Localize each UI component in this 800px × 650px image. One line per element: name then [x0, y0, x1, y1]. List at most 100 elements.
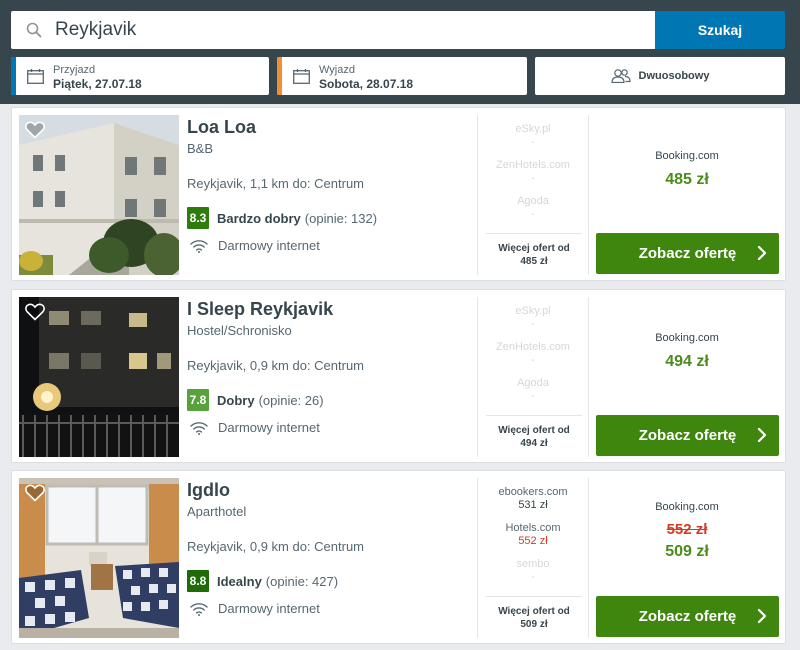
amenity-text: Darmowy internet — [218, 238, 320, 253]
view-deal-label: Zobacz ofertę — [638, 608, 737, 625]
offer-price: 531 zł — [518, 499, 548, 511]
checkin-field[interactable]: Przyjazd Piątek, 27.07.18 — [11, 57, 269, 95]
hotel-photo[interactable] — [19, 478, 179, 638]
offer-provider: ZenHotels.com — [496, 341, 570, 353]
search-icon — [26, 22, 42, 38]
offer-provider: Agoda — [517, 195, 549, 207]
search-query: Reykjavik — [55, 19, 137, 40]
offer-provider: eSky.pl — [515, 123, 551, 135]
checkout-field[interactable]: Wyjazd Sobota, 28.07.18 — [277, 57, 527, 95]
room-type-field[interactable]: Dwuosobowy — [535, 57, 785, 95]
more-offers-price: 509 zł — [520, 619, 548, 630]
price: 509 zł — [665, 543, 709, 560]
search-button[interactable]: Szukaj — [655, 11, 785, 49]
offer-item[interactable]: sembo - — [478, 558, 588, 583]
amenity-text: Darmowy internet — [218, 420, 320, 435]
checkout-value: Sobota, 28.07.18 — [319, 77, 414, 91]
offer-provider: ZenHotels.com — [496, 159, 570, 171]
checkin-value: Piątek, 27.07.18 — [53, 77, 142, 91]
offer-price: - — [531, 571, 535, 583]
more-offers-label: Więcej ofert od — [498, 606, 570, 617]
offer-provider: eSky.pl — [515, 305, 551, 317]
search-header: Reykjavik Szukaj Przyjazd Piątek, 27.07.… — [0, 0, 800, 104]
chevron-right-icon — [757, 608, 767, 624]
hotel-card[interactable]: Loa Loa B&B Reykjavik, 1,1 km do: Centru… — [11, 107, 786, 281]
price: 485 zł — [665, 171, 709, 188]
hotel-photo[interactable] — [19, 115, 179, 275]
more-offers-label: Więcej ofert od — [498, 425, 570, 436]
offer-item[interactable]: ebookers.com 531 zł — [478, 486, 588, 511]
hotel-location: Reykjavik, 0,9 km do: Centrum — [187, 539, 365, 554]
partner-name: Booking.com — [655, 332, 719, 344]
offer-price: 552 zł — [518, 535, 548, 547]
checkout-accent — [277, 57, 282, 95]
view-deal-button[interactable]: Zobacz ofertę — [596, 415, 779, 456]
checkout-label: Wyjazd — [319, 64, 355, 76]
more-offers-price: 485 zł — [520, 256, 548, 267]
amenity: Darmowy internet — [187, 238, 320, 253]
rating: 8.8 Idealny (opinie: 427) — [187, 570, 338, 592]
offer-item[interactable]: eSky.pl - — [478, 123, 588, 148]
hotel-name[interactable]: Igdlo — [187, 480, 230, 501]
checkin-accent — [11, 57, 16, 95]
room-type-value: Dwuosobowy — [638, 70, 710, 82]
checkin-label: Przyjazd — [53, 64, 96, 76]
more-offers-link[interactable]: Więcej ofert od 509 zł — [486, 596, 582, 631]
offer-item[interactable]: Hotels.com 552 zł — [478, 522, 588, 547]
partner-name: Booking.com — [655, 501, 719, 513]
search-input[interactable]: Reykjavik — [11, 11, 655, 49]
view-deal-button[interactable]: Zobacz ofertę — [596, 233, 779, 274]
more-offers-link[interactable]: Więcej ofert od 485 zł — [486, 233, 582, 268]
wifi-icon — [190, 421, 208, 435]
hotel-card[interactable]: Igdlo Aparthotel Reykjavik, 0,9 km do: C… — [11, 470, 786, 644]
offer-item[interactable]: ZenHotels.com - — [478, 159, 588, 184]
chevron-right-icon — [757, 427, 767, 443]
offer-item[interactable]: Agoda - — [478, 195, 588, 220]
offer-price: - — [531, 136, 535, 148]
calendar-icon — [27, 69, 44, 84]
offer-provider: ebookers.com — [498, 486, 568, 498]
amenity: Darmowy internet — [187, 420, 320, 435]
hotel-type: B&B — [187, 141, 214, 156]
rating-text: Bardzo dobry — [217, 210, 301, 226]
hotel-name[interactable]: Loa Loa — [187, 117, 256, 138]
hotel-photo[interactable] — [19, 297, 179, 457]
offer-item[interactable]: eSky.pl - — [478, 305, 588, 330]
other-offers: eSky.pl - ZenHotels.com - Agoda - Więcej… — [477, 297, 589, 457]
more-offers-label: Więcej ofert od — [498, 243, 570, 254]
view-deal-button[interactable]: Zobacz ofertę — [596, 596, 779, 637]
more-offers-link[interactable]: Więcej ofert od 494 zł — [486, 415, 582, 450]
heart-icon[interactable] — [25, 484, 45, 502]
heart-icon[interactable] — [25, 121, 45, 139]
offer-price: - — [531, 354, 535, 366]
hotel-location: Reykjavik, 0,9 km do: Centrum — [187, 358, 365, 373]
rating: 8.3 Bardzo dobry (opinie: 132) — [187, 207, 377, 229]
offer-price: - — [531, 172, 535, 184]
offer-item[interactable]: Agoda - — [478, 377, 588, 402]
rating-text: Dobry — [217, 392, 255, 408]
review-count: (opinie: 427) — [265, 573, 339, 589]
offer-provider: Agoda — [517, 377, 549, 389]
offer-item[interactable]: ZenHotels.com - — [478, 341, 588, 366]
hotel-location: Reykjavik, 1,1 km do: Centrum — [187, 176, 365, 191]
heart-icon[interactable] — [25, 303, 45, 321]
hotel-card[interactable]: I Sleep Reykjavik Hostel/Schronisko Reyk… — [11, 289, 786, 463]
offer-price: - — [531, 390, 535, 402]
hotel-name[interactable]: I Sleep Reykjavik — [187, 299, 333, 320]
offer-provider: sembo — [516, 558, 550, 570]
offer-price: - — [531, 208, 535, 220]
review-count: (opinie: 26) — [258, 392, 324, 408]
old-price: 552 zł — [666, 521, 708, 538]
guests-icon — [610, 69, 631, 83]
rating-text: Idealny — [217, 573, 262, 589]
rating: 7.8 Dobry (opinie: 26) — [187, 389, 324, 411]
more-offers-price: 494 zł — [520, 438, 548, 449]
view-deal-label: Zobacz ofertę — [638, 245, 737, 262]
calendar-icon — [293, 69, 310, 84]
amenity-text: Darmowy internet — [218, 601, 320, 616]
hotel-type: Aparthotel — [187, 504, 247, 519]
view-deal-label: Zobacz ofertę — [638, 427, 737, 444]
partner-name: Booking.com — [655, 150, 719, 162]
hotel-type: Hostel/Schronisko — [187, 323, 292, 338]
offer-price: - — [531, 318, 535, 330]
